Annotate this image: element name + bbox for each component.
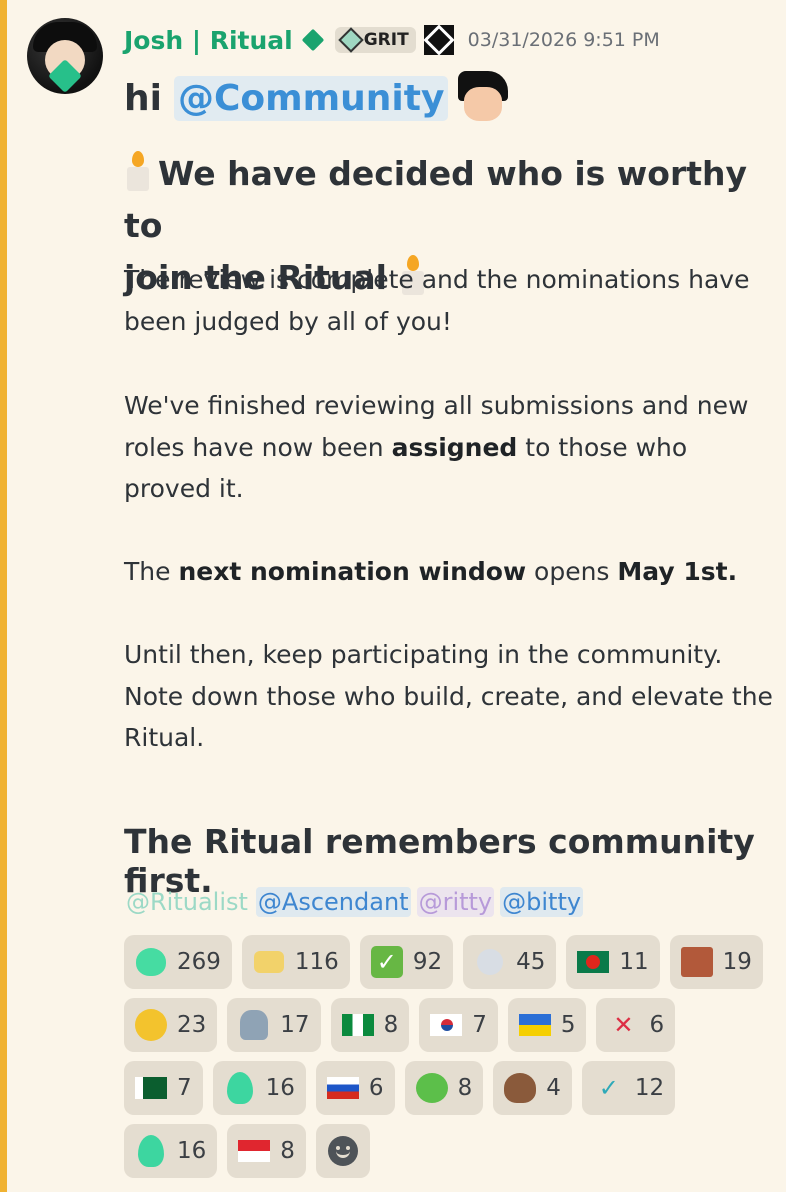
reaction-count: 16 bbox=[265, 1075, 295, 1101]
ghost-figure-icon bbox=[238, 1009, 270, 1041]
p2-bold: assigned bbox=[391, 432, 518, 462]
community-mention[interactable]: @Community bbox=[173, 75, 449, 121]
reaction-check-tick[interactable]: ✓ 12 bbox=[581, 1061, 676, 1115]
reaction-green-flame[interactable]: 16 bbox=[212, 1061, 306, 1115]
check-tick-icon: ✓ bbox=[598, 1074, 619, 1102]
reaction-heart-hands[interactable]: 116 bbox=[241, 935, 350, 989]
green-heart-icon bbox=[135, 946, 167, 978]
flag-russia-icon bbox=[326, 1072, 359, 1104]
reaction-flag-pakistan[interactable]: 7 bbox=[124, 1061, 203, 1115]
reaction-count: 19 bbox=[722, 949, 752, 975]
reaction-count: 12 bbox=[634, 1075, 665, 1101]
add-reaction-icon bbox=[327, 1135, 359, 1167]
reaction-count: 4 bbox=[546, 1075, 561, 1101]
reaction-poop[interactable]: 4 bbox=[493, 1061, 572, 1115]
skull-icon bbox=[474, 946, 506, 978]
reaction-custom-face[interactable]: 19 bbox=[669, 935, 763, 989]
reaction-pepe-frog[interactable]: 8 bbox=[404, 1061, 484, 1115]
p3-text: The bbox=[124, 557, 179, 586]
reaction-green-heart[interactable]: 269 bbox=[124, 935, 232, 989]
check-mark-icon: ✓ bbox=[370, 946, 403, 978]
pepe-frog-icon bbox=[415, 1072, 448, 1104]
candle-icon bbox=[124, 151, 150, 191]
role-tag-label: GRIT bbox=[363, 30, 409, 50]
reaction-count: 92 bbox=[412, 949, 443, 975]
greeting-line: hi @Community bbox=[124, 68, 510, 128]
reaction-skull[interactable]: 45 bbox=[463, 935, 557, 989]
reaction-count: 8 bbox=[280, 1138, 295, 1164]
reaction-count: 6 bbox=[649, 1012, 665, 1038]
green-fire-icon bbox=[135, 1135, 167, 1167]
mention-bitty[interactable]: @bitty bbox=[500, 887, 584, 917]
grit-icon bbox=[337, 27, 364, 53]
reaction-flag-indonesia[interactable]: 8 bbox=[227, 1124, 306, 1178]
reaction-count: 45 bbox=[516, 949, 546, 975]
green-flame-icon bbox=[224, 1072, 256, 1104]
message-container: Josh | Ritual GRIT 03/31/2026 9:51 PM hi… bbox=[0, 0, 786, 1192]
avatar[interactable] bbox=[27, 18, 103, 94]
paragraph-4: Until then, keep participating in the co… bbox=[124, 640, 773, 752]
mention-ascendant[interactable]: @Ascendant bbox=[255, 887, 411, 917]
reaction-count: 17 bbox=[280, 1012, 310, 1038]
flag-pakistan-icon bbox=[135, 1072, 167, 1104]
reaction-count: 16 bbox=[177, 1138, 207, 1164]
reaction-count: 7 bbox=[177, 1075, 192, 1101]
reaction-cross-mark[interactable]: ✕ 6 bbox=[596, 998, 676, 1052]
reaction-count: 8 bbox=[383, 1012, 399, 1038]
flag-ukraine-icon bbox=[518, 1009, 551, 1041]
p3-text-mid: opens bbox=[526, 557, 618, 586]
reaction-count: 6 bbox=[368, 1075, 384, 1101]
p3-date: May 1st. bbox=[617, 557, 738, 586]
custom-face-icon bbox=[680, 946, 713, 978]
goku-emoji-icon bbox=[456, 71, 510, 125]
reaction-count: 8 bbox=[457, 1075, 473, 1101]
add-reaction-button[interactable] bbox=[315, 1124, 370, 1178]
cross-mark-icon: ✕ bbox=[613, 1011, 634, 1039]
flag-south-korea-icon bbox=[430, 1009, 463, 1041]
reaction-flag-nigeria[interactable]: 8 bbox=[330, 998, 410, 1052]
poop-icon bbox=[504, 1072, 537, 1104]
ritual-badge-icon[interactable] bbox=[423, 24, 455, 56]
reaction-count: 5 bbox=[560, 1012, 576, 1038]
reaction-count: 7 bbox=[472, 1012, 487, 1038]
reaction-count: 11 bbox=[619, 949, 649, 975]
reaction-flag-bangladesh[interactable]: 11 bbox=[566, 935, 660, 989]
reaction-count: 116 bbox=[294, 949, 339, 975]
reaction-flag-russia[interactable]: 6 bbox=[315, 1061, 395, 1115]
reaction-heart-eyes[interactable]: 23 bbox=[124, 998, 218, 1052]
flag-nigeria-icon bbox=[341, 1009, 374, 1041]
mention-ritty[interactable]: @ritty bbox=[416, 887, 495, 917]
flag-indonesia-icon bbox=[238, 1135, 271, 1167]
heading-line1: We have decided who is worthy to bbox=[124, 154, 748, 245]
mention-ritualist[interactable]: @Ritualist bbox=[124, 887, 250, 917]
username[interactable]: Josh | Ritual bbox=[124, 26, 293, 55]
reaction-check-mark[interactable]: ✓ 92 bbox=[359, 935, 454, 989]
reaction-count: 23 bbox=[177, 1012, 207, 1038]
paragraph-2: We've finished reviewing all submissions… bbox=[124, 385, 774, 510]
paragraph-3: The next nomination window opens May 1st… bbox=[124, 551, 774, 593]
paragraph-1: The review is complete and the nominatio… bbox=[124, 265, 750, 336]
reaction-flag-south-korea[interactable]: 7 bbox=[419, 998, 498, 1052]
timestamp[interactable]: 03/31/2026 9:51 PM bbox=[468, 29, 660, 51]
reaction-flag-ukraine[interactable]: 5 bbox=[507, 998, 587, 1052]
heart-eyes-icon bbox=[135, 1009, 167, 1041]
flag-bangladesh-icon bbox=[577, 946, 610, 978]
diamond-icon bbox=[301, 28, 325, 52]
reactions-bar: 269 116 ✓ 92 45 11 19 23 17 8 7 5 ✕ 6 7 16… bbox=[124, 935, 764, 1187]
greeting-text: hi bbox=[124, 77, 162, 119]
heart-hands-icon bbox=[253, 946, 285, 978]
p3-bold: next nomination window bbox=[178, 557, 527, 586]
role-mentions: @Ritualist @Ascendant @ritty @bitty bbox=[124, 883, 584, 921]
role-tag[interactable]: GRIT bbox=[334, 27, 416, 53]
reaction-count: 269 bbox=[177, 949, 221, 975]
message-header: Josh | Ritual GRIT 03/31/2026 9:51 PM bbox=[124, 22, 660, 58]
reaction-green-fire[interactable]: 16 bbox=[124, 1124, 218, 1178]
reaction-ghost-figure[interactable]: 17 bbox=[227, 998, 321, 1052]
